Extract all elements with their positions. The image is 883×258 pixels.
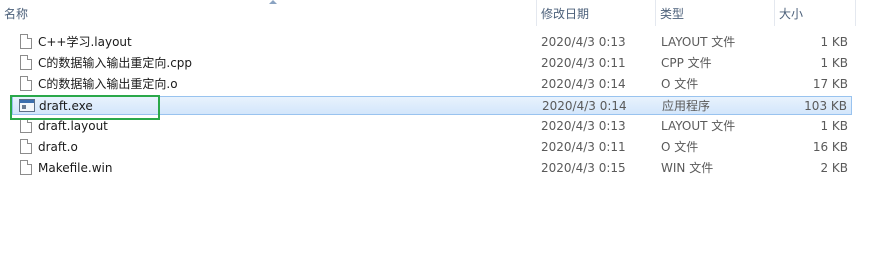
column-header-size[interactable]: 大小 (775, 0, 855, 26)
application-icon (19, 99, 35, 112)
file-row[interactable]: Makefile.win 2020/4/3 0:15 WIN 文件 2 KB (12, 159, 852, 178)
file-name: draft.exe (39, 99, 93, 113)
column-header-date[interactable]: 修改日期 (537, 0, 655, 26)
file-size: 16 KB (812, 140, 848, 154)
file-name: C++学习.layout (38, 35, 132, 49)
file-type: CPP 文件 (661, 56, 712, 70)
file-row[interactable]: C的数据输入输出重定向.o 2020/4/3 0:14 O 文件 17 KB (12, 75, 852, 94)
file-size: 1 KB (820, 56, 848, 70)
file-name: draft.layout (38, 119, 108, 133)
file-icon (20, 160, 32, 175)
file-size: 17 KB (812, 77, 848, 91)
file-name: draft.o (38, 140, 78, 154)
file-type: O 文件 (661, 77, 699, 91)
file-icon (20, 139, 32, 154)
column-divider[interactable] (855, 0, 856, 26)
file-type: 应用程序 (662, 99, 711, 113)
file-name: C的数据输入输出重定向.cpp (38, 56, 193, 70)
file-size: 2 KB (820, 161, 848, 175)
file-icon (20, 76, 32, 91)
file-row[interactable]: C的数据输入输出重定向.cpp 2020/4/3 0:11 CPP 文件 1 K… (12, 54, 852, 73)
file-icon (20, 55, 32, 70)
file-modified-date: 2020/4/3 0:13 (541, 119, 626, 133)
column-header-name[interactable]: 名称 (0, 0, 533, 26)
file-icon (20, 34, 32, 49)
file-type: WIN 文件 (661, 161, 714, 175)
file-size: 103 KB (804, 99, 847, 113)
file-name: Makefile.win (38, 161, 113, 175)
file-size: 1 KB (820, 119, 848, 133)
file-modified-date: 2020/4/3 0:11 (541, 140, 626, 154)
file-modified-date: 2020/4/3 0:13 (541, 35, 626, 49)
file-type: LAYOUT 文件 (661, 35, 736, 49)
file-size: 1 KB (820, 35, 848, 49)
column-header-bar: 名称 修改日期 类型 大小 (0, 0, 883, 26)
file-modified-date: 2020/4/3 0:14 (541, 77, 626, 91)
file-icon (20, 118, 32, 133)
file-name: C的数据输入输出重定向.o (38, 77, 178, 91)
file-row-selected[interactable]: draft.exe 2020/4/3 0:14 应用程序 103 KB (12, 96, 852, 115)
column-header-type[interactable]: 类型 (656, 0, 774, 26)
file-type: LAYOUT 文件 (661, 119, 736, 133)
file-type: O 文件 (661, 140, 699, 154)
file-row[interactable]: draft.o 2020/4/3 0:11 O 文件 16 KB (12, 138, 852, 157)
file-row[interactable]: C++学习.layout 2020/4/3 0:13 LAYOUT 文件 1 K… (12, 33, 852, 52)
file-modified-date: 2020/4/3 0:15 (541, 161, 626, 175)
file-row[interactable]: draft.layout 2020/4/3 0:13 LAYOUT 文件 1 K… (12, 117, 852, 136)
file-modified-date: 2020/4/3 0:11 (541, 56, 626, 70)
file-modified-date: 2020/4/3 0:14 (542, 99, 627, 113)
